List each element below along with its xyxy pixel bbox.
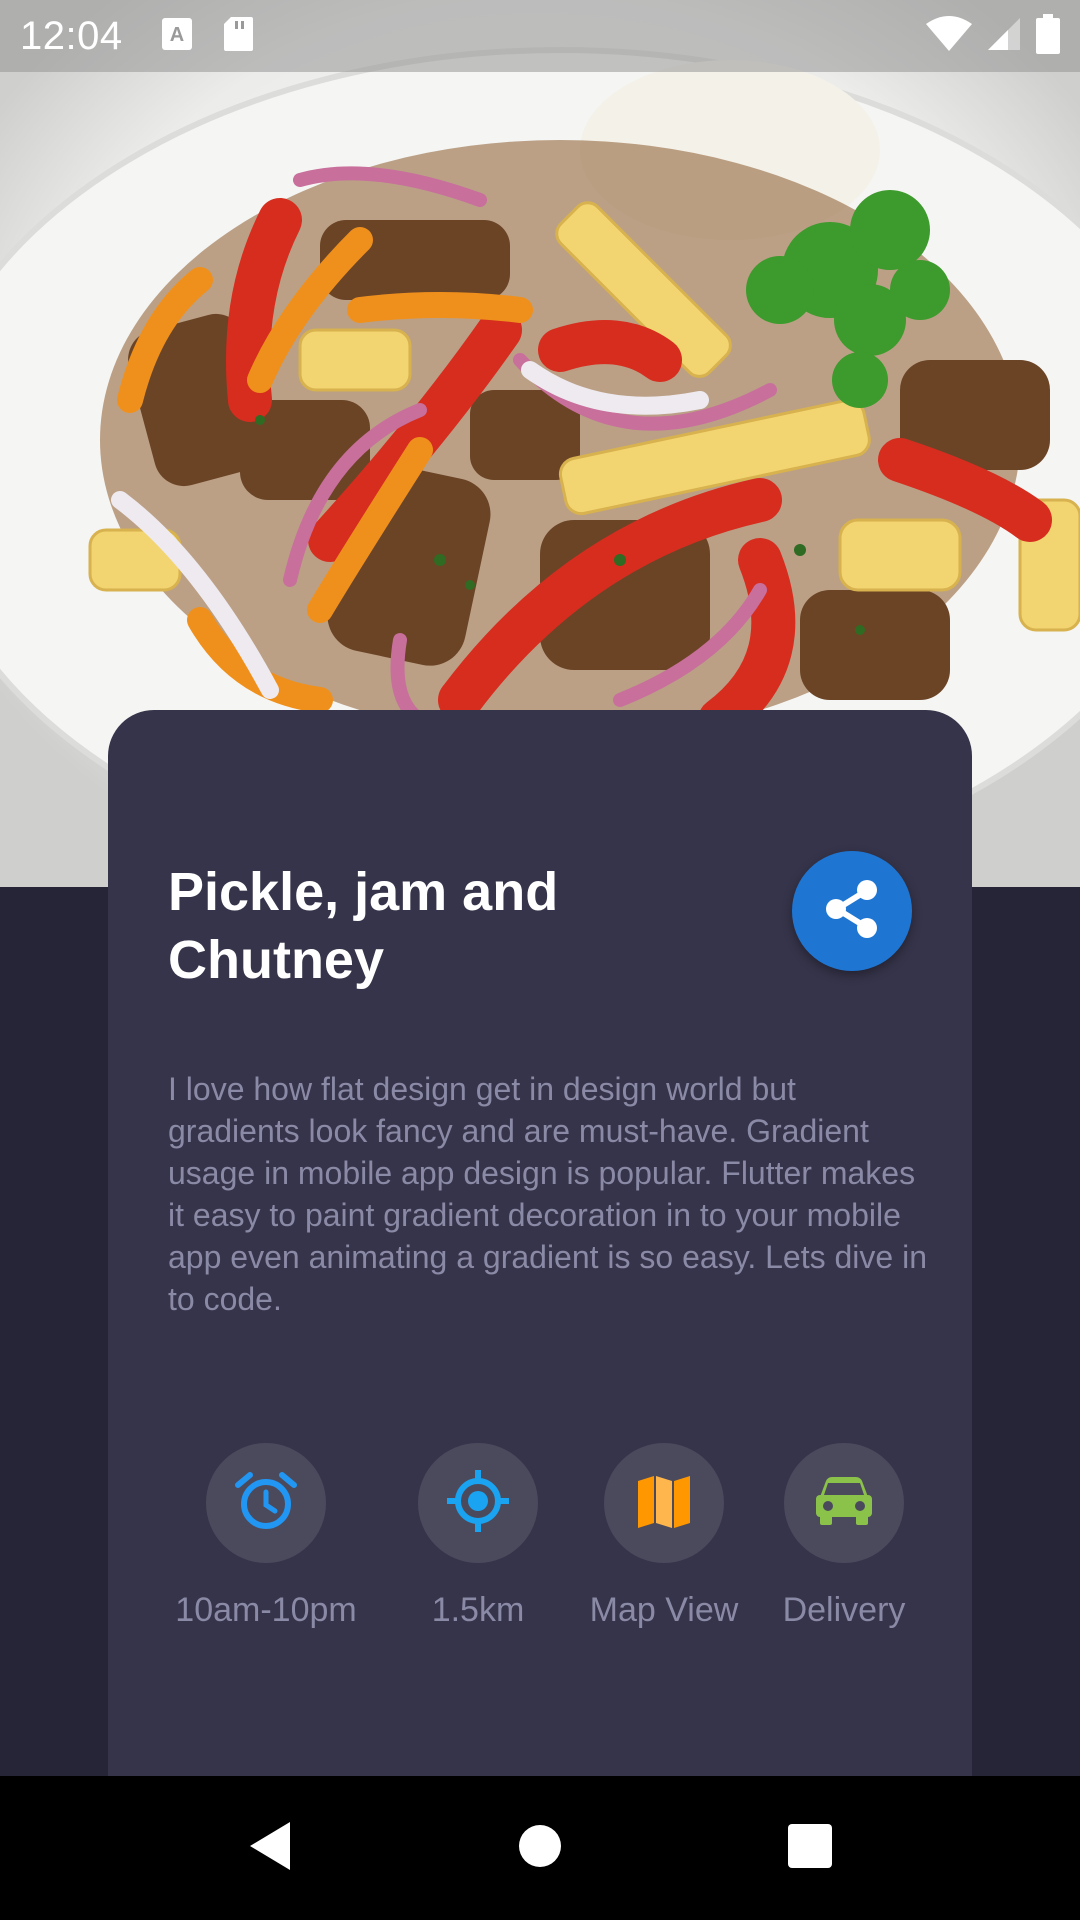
feature-distance[interactable]: 1.5km [410,1443,546,1630]
restaurant-title: Pickle, jam and Chutney [168,862,559,990]
car-icon [814,1475,874,1532]
feature-hours[interactable]: 10am-10pm [168,1443,364,1630]
share-icon [822,878,882,945]
map-icon [636,1473,692,1534]
a-keyboard-icon: A [161,17,193,56]
status-time: 12:04 [20,13,123,58]
feature-delivery[interactable]: Delivery [774,1443,914,1630]
home-icon [518,1824,562,1873]
feature-distance-circle[interactable] [418,1443,538,1563]
cell-signal-icon [986,16,1022,57]
gps-target-icon [445,1468,511,1539]
nav-recents-button[interactable] [760,1776,860,1920]
feature-map[interactable]: Map View [576,1443,752,1630]
feature-hours-circle[interactable] [206,1443,326,1563]
back-icon [246,1820,294,1877]
status-bar: 12:04 A [0,0,1080,72]
status-notification-icons: A [161,16,253,57]
recents-icon [787,1823,833,1874]
app-screen: 12:04 A Pickle, jam and Chutney I love h… [0,0,1080,1920]
nav-back-button[interactable] [220,1776,320,1920]
feature-hours-label: 10am-10pm [175,1591,357,1629]
description-text: I love how flat design get in design wor… [168,1071,927,1317]
feature-map-circle[interactable] [604,1443,724,1563]
feature-delivery-label: Delivery [782,1591,906,1629]
feature-delivery-circle[interactable] [784,1443,904,1563]
detail-card: Pickle, jam and Chutney I love how flat … [108,710,972,1835]
wifi-icon [926,15,972,57]
sd-card-icon [223,16,253,57]
feature-distance-label: 1.5km [431,1591,525,1629]
battery-icon [1036,13,1060,59]
feature-row: 10am-10pm 1.5km Map View Delivery [108,1443,972,1633]
alarm-icon [234,1469,298,1538]
nav-home-button[interactable] [490,1776,590,1920]
navigation-bar [0,1776,1080,1920]
feature-map-label: Map View [589,1591,739,1629]
share-button[interactable] [792,851,912,971]
status-system-icons [926,13,1060,59]
svg-text:A: A [169,24,183,46]
